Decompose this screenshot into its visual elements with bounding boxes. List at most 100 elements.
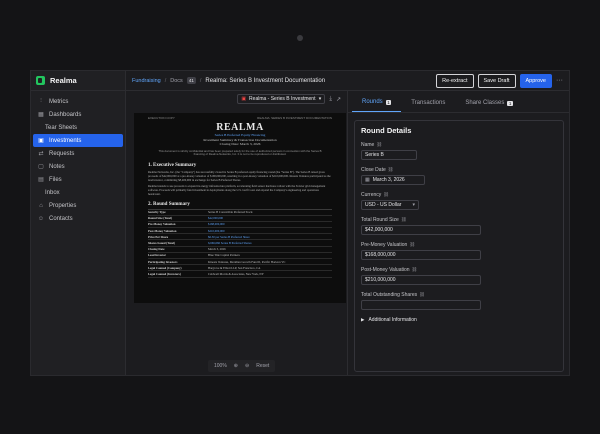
sidebar-item-metrics[interactable]: ⫶ Metrics (33, 95, 123, 108)
table-cell-value: Hargrove & Elliott LLP, San Francisco, C… (208, 265, 261, 270)
doc-header-right: REALMA: SERIES B INVESTMENT DOCUMENTATIO… (257, 116, 332, 120)
file-selector[interactable]: ▣ Realma - Series B Investment... ▾ (237, 94, 326, 104)
more-options-icon[interactable]: ··· (556, 77, 563, 84)
form-title: Round Details (361, 126, 412, 135)
sidebar-item-dashboards[interactable]: ▦ Dashboards (33, 108, 123, 121)
properties-icon: ⌂ (39, 202, 43, 209)
sidebar-item-files[interactable]: ▤ Files (33, 173, 123, 186)
label-text: Pre-Money Valuation (361, 242, 408, 248)
sidebar-item-contacts[interactable]: ☺ Contacts (33, 212, 123, 225)
briefcase-icon: ▣ (38, 138, 44, 144)
top-bar: Fundraising / Docs 41 / Realma: Series B… (126, 71, 569, 91)
tab-count: 1 (507, 100, 513, 106)
post-money-label: Post-Money Valuation ⛓ (361, 267, 557, 273)
calendar-icon: ▦ (365, 177, 370, 183)
close-date-field[interactable]: ▦ March 3, 2026 (361, 175, 425, 185)
table-cell-key: Closing Date (148, 247, 165, 252)
sidebar-item-label: Notes (49, 163, 65, 170)
link-icon[interactable]: ⛓ (388, 167, 394, 173)
tab-transactions[interactable]: Transactions (401, 100, 455, 112)
additional-info-toggle[interactable]: ▶ Additional Information (361, 317, 557, 323)
panel-tabs: Rounds 1 Transactions Share Classes 1 (348, 91, 569, 113)
doc-paragraph: Realma Networks, Inc. (the "Company") ha… (148, 169, 331, 182)
file-name: Realma - Series B Investment... (249, 96, 316, 102)
reextract-button[interactable]: Re-extract (436, 73, 474, 88)
link-icon[interactable]: ⛓ (383, 192, 389, 198)
brand[interactable]: Realma (31, 71, 125, 91)
round-size-field[interactable]: $42,000,000 (361, 225, 481, 235)
approve-button[interactable]: Approve (519, 73, 552, 88)
sidebar-item-notes[interactable]: ▢ Notes (33, 160, 123, 173)
label-text: Total Round Size (361, 217, 399, 223)
round-details-form: Round Details Name ⛓ Series B Close Date ⛓… (354, 120, 564, 372)
download-icon[interactable]: ⤓ (329, 96, 332, 103)
save-draft-button[interactable]: Save Draft (477, 73, 516, 88)
sidebar-item-label: Properties (49, 202, 77, 209)
table-cell-key: Price Per Share (148, 234, 169, 239)
note-icon: ▢ (38, 164, 44, 170)
round-summary-table: Security Type Series B Convertible Prefer… (148, 208, 332, 278)
tab-share-classes[interactable]: Share Classes 1 (455, 100, 523, 112)
sidebar-item-investments[interactable]: ▣ Investments (33, 134, 123, 147)
table-cell-key: Legal Counsel (Company) (148, 265, 182, 270)
table-cell-value: Blue Tide Capital Partners (208, 253, 240, 258)
sidebar-item-requests[interactable]: ⇄ Requests (33, 147, 123, 160)
link-icon[interactable]: ⛓ (419, 292, 425, 298)
currency-select[interactable]: USD - US Dollar ▾ (361, 200, 419, 210)
sidebar-item-properties[interactable]: ⌂ Properties (33, 199, 123, 212)
outstanding-shares-field[interactable] (361, 300, 481, 310)
sidebar-nav: ⫶ Metrics ▦ Dashboards Tear Sheets ▣ Invest… (31, 91, 125, 225)
doc-paragraph: Realma intends to use proceeds to expand… (148, 183, 326, 196)
table-cell-key: Participating Investors (148, 259, 178, 264)
name-label: Name ⛓ (361, 142, 557, 148)
sidebar-item-label: Metrics (49, 98, 69, 105)
open-external-icon[interactable]: ↗ (336, 96, 341, 103)
table-cell-key: Pre-Money Valuation (148, 222, 176, 227)
breadcrumb-docs[interactable]: Docs (170, 78, 183, 84)
doc-confidential-note: This document is strictly confidential a… (158, 148, 322, 156)
sidebar-item-label: Inbox (45, 189, 60, 196)
zoom-out-icon[interactable]: ⊖ (245, 363, 249, 369)
pre-money-label: Pre-Money Valuation ⛓ (361, 242, 557, 248)
table-cell-value: $168,000,000 (208, 222, 225, 227)
table-row: Legal Counsel (Investors) Caldwell Morris… (148, 271, 332, 278)
table-cell-value: March 3, 2026 (208, 247, 226, 252)
pdf-page: EXECUTION COPY REALMA: SERIES B INVESTME… (134, 113, 346, 303)
doc-subtitle: Closing Date: March 3, 2026 (219, 142, 261, 146)
sidebar-item-label: Contacts (49, 215, 73, 222)
table-cell-value: 6,666,666 Series B Preferred Shares (208, 241, 252, 246)
currency-label: Currency ⛓ (361, 192, 557, 198)
outstanding-shares-label: Total Outstanding Shares ⛓ (361, 292, 557, 298)
link-icon[interactable]: ⛓ (401, 217, 407, 223)
link-icon[interactable]: ⛓ (376, 142, 382, 148)
table-cell-value: Kinesis Ventures, Meridian Growth Fund I… (208, 259, 286, 264)
sidebar-item-inbox[interactable]: Inbox (33, 186, 123, 199)
main-area: Fundraising / Docs 41 / Realma: Series B… (126, 71, 569, 375)
file-icon: ▤ (38, 177, 44, 183)
link-icon[interactable]: ⛓ (412, 267, 418, 273)
pre-money-field[interactable]: $168,000,000 (361, 250, 481, 260)
sidebar-item-label: Tear Sheets (45, 124, 78, 131)
reset-zoom-button[interactable]: Reset (256, 363, 269, 369)
table-cell-key: Security Type (148, 210, 166, 215)
breadcrumb-fundraising[interactable]: Fundraising (132, 78, 161, 84)
tab-rounds[interactable]: Rounds 1 (352, 99, 402, 112)
link-icon[interactable]: ⛓ (409, 242, 415, 248)
sidebar-item-label: Dashboards (49, 111, 82, 118)
table-cell-value: $6.30 per Series B Preferred Share (208, 234, 250, 239)
zoom-in-icon[interactable]: ⊕ (234, 363, 238, 369)
table-cell-value: $42,000,000 (208, 216, 223, 221)
label-text: Close Date (361, 167, 386, 173)
close-date-label: Close Date ⛓ (361, 167, 557, 173)
tab-count: 1 (385, 99, 392, 105)
page-title: Realma: Series B Investment Documentatio… (205, 77, 326, 84)
docs-count-badge: 41 (186, 77, 196, 84)
post-money-field[interactable]: $210,000,000 (361, 275, 481, 285)
close-date-value: March 3, 2026 (372, 177, 405, 183)
name-field[interactable]: Series B (361, 150, 417, 160)
sidebar-item-tear-sheets[interactable]: Tear Sheets (33, 121, 123, 134)
chart-icon: ⫶ (40, 98, 42, 104)
contacts-icon: ☺ (37, 215, 45, 222)
viewer-toolbar: ▣ Realma - Series B Investment... ▾ ⤓ ↗ (126, 91, 347, 107)
sidebar-item-label: Requests (49, 150, 75, 157)
